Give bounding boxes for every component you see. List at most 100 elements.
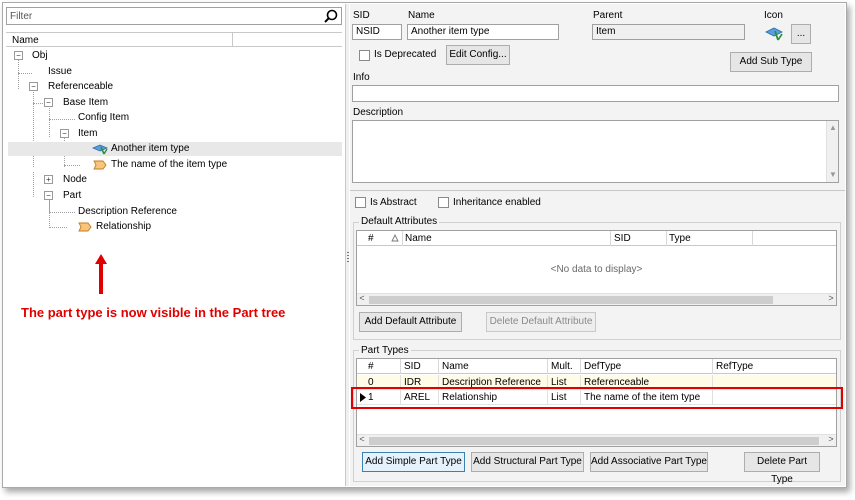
default-attributes-header: # Name SID Type (357, 231, 836, 246)
description-textarea[interactable]: ▲ ▼ (352, 120, 839, 183)
icon-label: Icon (764, 10, 783, 21)
tree-line (49, 119, 75, 120)
is-deprecated-label: Is Deprecated (374, 49, 437, 60)
add-sub-type-button[interactable]: Add Sub Type (730, 52, 812, 72)
part-type-icon (78, 222, 92, 232)
col-type[interactable]: Type (669, 233, 691, 244)
name-field[interactable]: Another item type (407, 24, 559, 40)
scroll-down-icon[interactable]: ▼ (828, 170, 838, 180)
default-attributes-title: Default Attributes (359, 216, 440, 227)
part-types-title: Part Types (359, 345, 411, 356)
add-default-attribute-button[interactable]: Add Default Attribute (359, 312, 462, 332)
add-structural-part-type-button[interactable]: Add Structural Part Type (471, 452, 584, 472)
sid-label: SID (353, 10, 370, 21)
splitter-grip (347, 252, 349, 264)
add-associative-part-type-button[interactable]: Add Associative Part Type (590, 452, 708, 472)
column-separator (232, 33, 233, 46)
tree-node-referenceable[interactable]: Referenceable (48, 80, 113, 94)
tree-node-node[interactable]: Node (63, 173, 87, 187)
scroll-right-icon[interactable]: > (826, 293, 836, 303)
col-num[interactable]: # (368, 361, 374, 372)
col-mult[interactable]: Mult. (551, 361, 573, 372)
tree-expander-icon[interactable]: − (44, 191, 53, 200)
col-separator (402, 231, 403, 246)
add-simple-part-type-button[interactable]: Add Simple Part Type (362, 452, 465, 472)
info-field[interactable] (352, 85, 839, 102)
tree-node-another-item-type[interactable]: Another item type (8, 142, 342, 156)
no-data-text: <No data to display> (550, 264, 643, 275)
col-name[interactable]: Name (405, 233, 432, 244)
tree-expander-icon[interactable]: − (44, 98, 53, 107)
search-icon[interactable] (323, 9, 339, 24)
scroll-thumb[interactable] (369, 296, 773, 304)
filter-box[interactable] (6, 7, 342, 25)
tree-line (33, 172, 34, 197)
col-separator (580, 359, 581, 374)
tree-node-base-item[interactable]: Base Item (63, 96, 108, 110)
is-abstract-checkbox[interactable] (355, 197, 366, 208)
type-detail-panel: SID NSID Name Another item type Parent I… (350, 4, 845, 486)
annotation-text: The part type is now visible in the Part… (21, 305, 286, 320)
filter-input[interactable] (7, 8, 307, 24)
tree-expander-icon[interactable]: + (44, 175, 53, 184)
tree-node-relationship[interactable]: Relationship (8, 220, 342, 234)
part-type-icon (93, 160, 107, 170)
tree-node-config-item[interactable]: Config Item (78, 111, 129, 125)
col-separator (438, 359, 439, 374)
is-abstract-label: Is Abstract (370, 197, 417, 208)
tree-line (18, 59, 19, 89)
item-type-icon (92, 144, 109, 155)
tree-node-item[interactable]: Item (78, 127, 97, 141)
scroll-up-icon[interactable]: ▲ (828, 123, 838, 133)
col-separator (547, 359, 548, 374)
col-num[interactable]: # (368, 233, 374, 244)
col-deftype[interactable]: DefType (584, 361, 621, 372)
inheritance-enabled-checkbox[interactable] (438, 197, 449, 208)
col-sid[interactable]: SID (404, 361, 421, 372)
edit-config-button[interactable]: Edit Config... (446, 45, 510, 65)
col-separator (666, 231, 667, 246)
sort-triangle-icon[interactable] (391, 234, 399, 242)
tree-node-issue[interactable]: Issue (48, 65, 72, 79)
tree-expander-icon[interactable]: − (29, 82, 38, 91)
col-sid[interactable]: SID (614, 233, 631, 244)
icon-browse-button[interactable]: ... (791, 24, 811, 44)
scroll-right-icon[interactable]: > (826, 434, 836, 444)
row-highlight-box (351, 387, 843, 409)
parent-field: Item (592, 24, 745, 40)
info-label: Info (353, 72, 370, 83)
tree-node-description-reference[interactable]: Description Reference (78, 205, 177, 219)
name-label: Name (408, 10, 435, 21)
tree-node-obj[interactable]: Obj (32, 49, 48, 63)
col-name[interactable]: Name (442, 361, 469, 372)
panel-splitter[interactable] (345, 4, 349, 486)
scroll-left-icon[interactable]: < (357, 293, 367, 303)
part-types-hscroll[interactable]: < > (357, 434, 836, 446)
tree-line (49, 212, 75, 213)
description-label: Description (353, 107, 404, 118)
delete-part-type-button[interactable]: Delete Part Type (744, 452, 820, 485)
is-deprecated-checkbox[interactable] (359, 50, 370, 61)
tree-line (18, 73, 32, 74)
type-tree-panel: Name − Obj Issue − Referenceable − Base … (4, 4, 344, 486)
tree-expander-icon[interactable]: − (60, 129, 69, 138)
scroll-thumb[interactable] (369, 437, 819, 445)
scroll-left-icon[interactable]: < (357, 434, 367, 444)
col-separator (752, 231, 753, 246)
col-reftype[interactable]: RefType (716, 361, 753, 372)
description-scrollbar[interactable]: ▲ ▼ (826, 121, 838, 182)
col-separator (400, 359, 401, 374)
tree-expander-icon[interactable]: − (14, 51, 23, 60)
tree-column-header[interactable]: Name (6, 32, 342, 47)
selected-icon-preview[interactable] (764, 25, 786, 43)
column-header-name: Name (12, 35, 39, 46)
tree-node-the-name-of-the-item-type[interactable]: The name of the item type (8, 158, 342, 172)
type-tree: − Obj Issue − Referenceable − Base Item … (6, 48, 342, 488)
tree-line (49, 106, 50, 137)
default-attributes-hscroll[interactable]: < > (357, 293, 836, 305)
default-attributes-grid[interactable]: # Name SID Type <No data to display> < > (356, 230, 837, 306)
sid-field[interactable]: NSID (352, 24, 402, 40)
tree-node-part[interactable]: Part (63, 189, 81, 203)
red-arrow-icon (95, 254, 107, 294)
col-separator (712, 359, 713, 374)
